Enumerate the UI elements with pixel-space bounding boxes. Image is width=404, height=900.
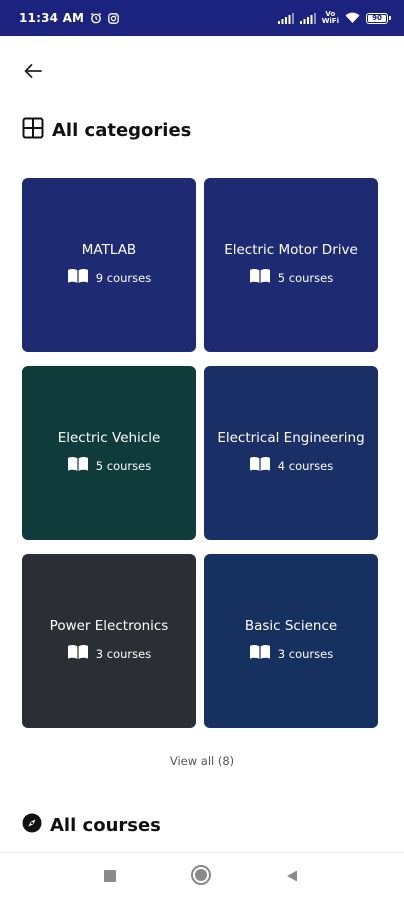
battery-icon: 90 xyxy=(366,12,391,24)
vowifi-label: Vo WiFi xyxy=(321,10,339,25)
category-title: MATLAB xyxy=(81,242,137,258)
category-card-basic-science[interactable]: Basic Science 3 courses xyxy=(204,554,378,728)
triangle-back-icon xyxy=(285,868,299,887)
grid-icon xyxy=(22,117,44,143)
battery-level: 90 xyxy=(372,14,382,22)
card-background xyxy=(22,178,196,352)
category-count-row: 4 courses xyxy=(249,456,333,476)
category-card-electric-motor-drive[interactable]: Electric Motor Drive 5 courses xyxy=(204,178,378,352)
categories-title: All categories xyxy=(52,119,192,141)
recents-button[interactable] xyxy=(98,865,122,889)
circle-icon xyxy=(190,864,212,890)
wifi-icon xyxy=(345,9,360,28)
system-nav-bar xyxy=(0,852,404,900)
system-back-button[interactable] xyxy=(280,865,304,889)
alarm-icon xyxy=(90,9,102,28)
category-title: Electric Motor Drive xyxy=(224,242,358,258)
view-all-link[interactable]: View all (8) xyxy=(0,754,404,768)
category-count-row: 9 courses xyxy=(67,268,151,288)
arrow-left-icon xyxy=(23,63,43,83)
back-button[interactable] xyxy=(20,60,46,86)
book-icon xyxy=(67,456,89,476)
book-icon xyxy=(67,268,89,288)
instagram-icon xyxy=(108,9,120,28)
card-background xyxy=(204,554,378,728)
category-course-count: 5 courses xyxy=(277,271,334,285)
compass-icon xyxy=(22,813,42,837)
category-title: Power Electronics xyxy=(49,618,169,634)
status-time: 11:34 AM xyxy=(19,11,85,25)
status-notification-icons xyxy=(90,9,120,28)
courses-title: All courses xyxy=(50,814,161,836)
category-course-count: 3 courses xyxy=(277,647,334,661)
screen: 11:34 AM Vo WiFi 90 All categories MATLA… xyxy=(0,0,404,900)
category-card-power-electronics[interactable]: Power Electronics 3 courses xyxy=(22,554,196,728)
status-bar: 11:34 AM Vo WiFi 90 xyxy=(0,0,404,36)
categories-header: All categories xyxy=(22,117,191,143)
category-title: Electric Vehicle xyxy=(57,430,161,446)
category-course-count: 4 courses xyxy=(277,459,334,473)
card-background xyxy=(22,366,196,540)
category-count-row: 3 courses xyxy=(67,644,151,664)
category-course-count: 9 courses xyxy=(95,271,152,285)
card-background xyxy=(22,554,196,728)
category-count-row: 3 courses xyxy=(249,644,333,664)
square-icon xyxy=(103,868,117,887)
home-button[interactable] xyxy=(189,865,213,889)
courses-header: All courses xyxy=(22,813,161,837)
category-title: Electrical Engineering xyxy=(217,430,365,446)
book-icon xyxy=(249,456,271,476)
category-count-row: 5 courses xyxy=(249,268,333,288)
book-icon xyxy=(249,644,271,664)
card-background xyxy=(204,178,378,352)
category-grid: MATLAB 9 courses Electric Motor Drive 5 … xyxy=(22,178,378,728)
signal-icon xyxy=(277,9,294,28)
book-icon xyxy=(249,268,271,288)
category-card-electrical-engineering[interactable]: Electrical Engineering 4 courses xyxy=(204,366,378,540)
category-card-electric-vehicle[interactable]: Electric Vehicle 5 courses xyxy=(22,366,196,540)
signal-icon-2 xyxy=(299,9,316,28)
category-card-matlab[interactable]: MATLAB 9 courses xyxy=(22,178,196,352)
category-count-row: 5 courses xyxy=(67,456,151,476)
card-background xyxy=(204,366,378,540)
status-system-icons: Vo WiFi 90 xyxy=(277,9,391,28)
category-title: Basic Science xyxy=(244,618,338,634)
category-course-count: 5 courses xyxy=(95,459,152,473)
book-icon xyxy=(67,644,89,664)
category-course-count: 3 courses xyxy=(95,647,152,661)
